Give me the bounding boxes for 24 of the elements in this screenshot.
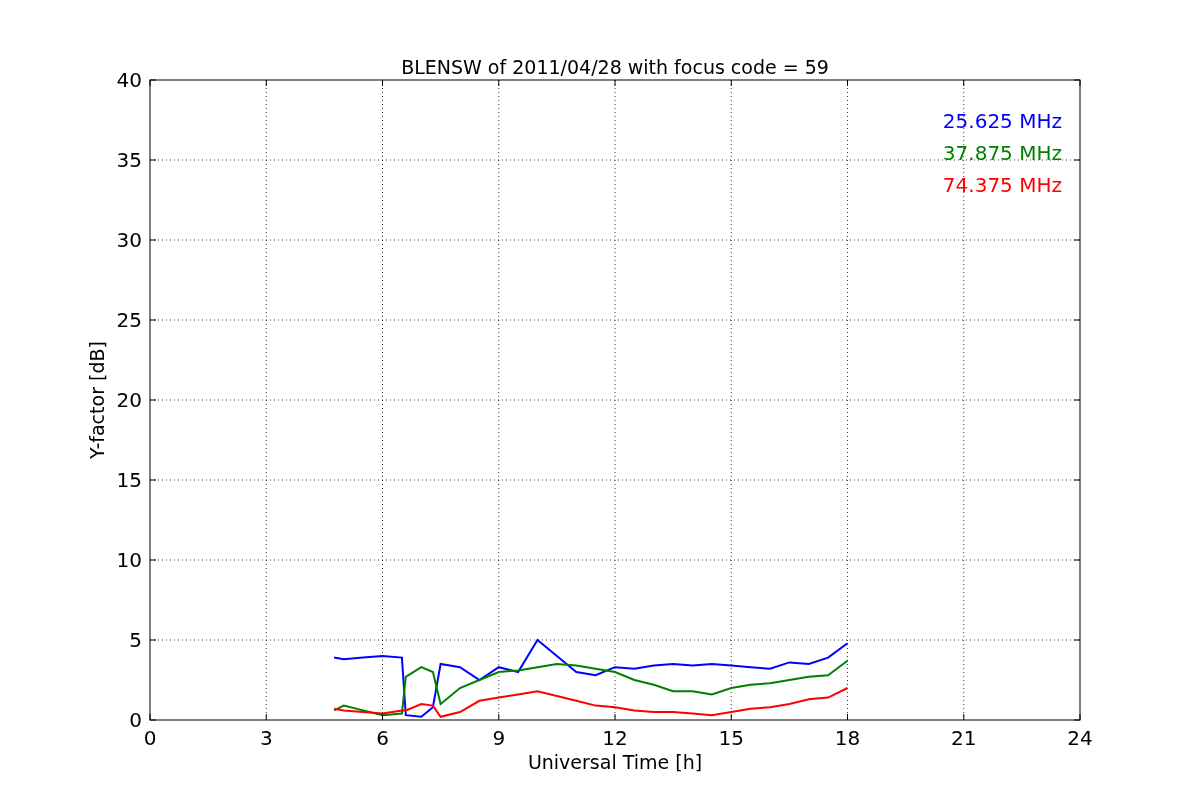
tick-label: 15 [718, 726, 744, 750]
tick-label: 24 [1067, 726, 1093, 750]
tick-label: 20 [116, 388, 142, 412]
tick-label: 18 [834, 726, 861, 750]
x-axis-label: Universal Time [h] [527, 751, 703, 773]
tick-label: 0 [143, 726, 157, 750]
tick-label: 9 [492, 726, 506, 750]
legend-label: 37.875 MHz [942, 141, 1062, 165]
y-axis-label: Y-factor [dB] [86, 341, 108, 459]
tick-label: 0 [129, 708, 142, 732]
tick-label: 10 [116, 548, 142, 572]
chart-title: BLENSW of 2011/04/28 with focus code = 59 [401, 56, 829, 78]
tick-label: 25 [116, 308, 142, 332]
tick-label: 5 [129, 628, 142, 652]
tick-label: 21 [951, 726, 977, 750]
tick-label: 40 [116, 68, 142, 92]
legend-label: 74.375 MHz [942, 173, 1062, 197]
tick-label: 30 [116, 228, 142, 252]
tick-label: 35 [116, 148, 142, 172]
tick-label: 6 [376, 726, 389, 750]
tick-label: 12 [602, 726, 628, 750]
legend-label: 25.625 MHz [942, 109, 1062, 133]
tick-label: 3 [259, 726, 273, 750]
tick-label: 15 [116, 468, 142, 492]
